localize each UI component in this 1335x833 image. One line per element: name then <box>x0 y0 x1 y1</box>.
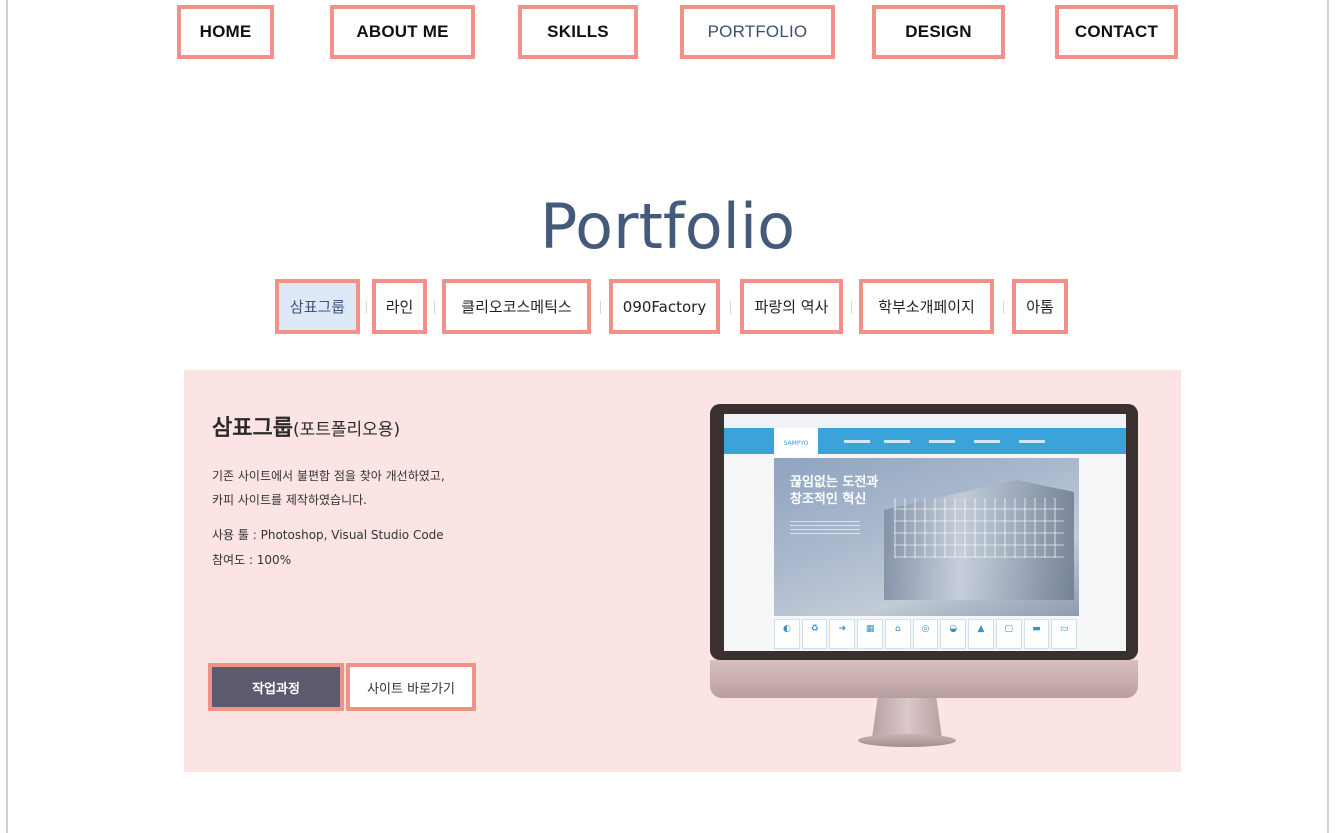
tab-sampyo[interactable]: 삼표그룹 <box>275 279 360 334</box>
tab-label: 학부소개페이지 <box>878 298 975 316</box>
preview-hero-heading: 끊임없는 도전과 창조적인 혁신 <box>790 474 878 508</box>
preview-logo: SAMPYO <box>774 428 818 458</box>
preview-menu-item <box>974 440 1000 443</box>
tab-separator <box>730 301 731 314</box>
monitor-stand <box>872 698 942 738</box>
nav-design[interactable]: DESIGN <box>872 5 1005 59</box>
preview-icon: ◐ <box>774 619 800 649</box>
nav-about-me[interactable]: ABOUT ME <box>330 5 475 59</box>
nav-contact-label: CONTACT <box>1074 22 1159 41</box>
preview-icon: ▦ <box>857 619 883 649</box>
tab-line[interactable]: 라인 <box>372 279 427 334</box>
preview-icon: ▭ <box>1051 619 1078 649</box>
preview-hero-image: 끊임없는 도전과 창조적인 혁신 <box>774 458 1079 616</box>
nav-contact[interactable]: CONTACT <box>1055 5 1178 59</box>
visit-site-button[interactable]: 사이트 바로가기 <box>346 663 476 711</box>
preview-icon: ▲ <box>968 619 994 649</box>
preview-icon: ◎ <box>912 619 939 649</box>
tab-blue-history[interactable]: 파랑의 역사 <box>740 279 843 334</box>
preview-icon: ⌂ <box>884 619 911 649</box>
tab-label: 아톰 <box>1026 298 1054 316</box>
tab-separator <box>434 301 435 314</box>
preview-menu-item <box>929 440 955 443</box>
nav-about-me-label: ABOUT ME <box>356 22 449 41</box>
nav-skills[interactable]: SKILLS <box>518 5 638 59</box>
preview-icon: ➜ <box>829 619 856 649</box>
work-process-button[interactable]: 작업과정 <box>208 663 344 711</box>
nav-home[interactable]: HOME <box>177 5 274 59</box>
nav-portfolio-label: PORTFOLIO <box>707 22 808 41</box>
monitor-base <box>858 734 956 747</box>
tab-label: 파랑의 역사 <box>754 298 829 316</box>
site-preview-screen: SAMPYO 끊임없는 도전과 창조적인 혁신 ◐ ♻ ➜ ▦ ⌂ ◎ ◒ ▲ … <box>724 414 1126 651</box>
preview-hero-line-1: 끊임없는 도전과 <box>790 475 879 490</box>
nav-skills-label: SKILLS <box>547 22 609 41</box>
preview-building-windows <box>894 498 1064 558</box>
tab-label: 라인 <box>385 298 414 316</box>
preview-hero-caption <box>790 518 860 534</box>
tab-department-intro[interactable]: 학부소개페이지 <box>859 279 994 334</box>
nav-portfolio[interactable]: PORTFOLIO <box>680 5 835 59</box>
preview-menu-item <box>884 440 910 443</box>
tab-090factory[interactable]: 090Factory <box>609 279 720 334</box>
project-participation: 참여도 : 100% <box>212 553 292 567</box>
tab-atom[interactable]: 아톰 <box>1012 279 1068 334</box>
project-description-line-2: 카피 사이트를 제작하였습니다. <box>212 493 367 507</box>
tab-label: 클리오코스메틱스 <box>461 298 572 316</box>
tab-separator <box>600 301 601 314</box>
page-title: Portfolio <box>539 190 796 263</box>
preview-top-bar <box>724 414 1126 428</box>
tab-separator <box>366 301 367 314</box>
tab-separator <box>851 301 852 314</box>
tab-label: 090Factory <box>622 297 707 316</box>
nav-design-label: DESIGN <box>905 22 972 41</box>
preview-menu-item <box>1019 440 1045 443</box>
preview-icon-row: ◐ ♻ ➜ ▦ ⌂ ◎ ◒ ▲ ▢ ▬ ▭ <box>774 619 1079 649</box>
tab-clio[interactable]: 클리오코스메틱스 <box>442 279 591 334</box>
preview-menu-item <box>844 440 870 443</box>
tab-separator <box>1003 301 1004 314</box>
project-tools: 사용 툴 : Photoshop, Visual Studio Code <box>212 528 444 542</box>
project-description-line-1: 기존 사이트에서 불편함 점을 찾아 개선하였고, <box>212 469 445 483</box>
tab-label: 삼표그룹 <box>289 298 346 316</box>
preview-icon: ▬ <box>1023 619 1050 649</box>
preview-icon: ◒ <box>940 619 967 649</box>
monitor-chin <box>710 660 1138 698</box>
preview-icon: ▢ <box>995 619 1022 649</box>
preview-icon: ♻ <box>801 619 828 649</box>
project-name: 삼표그룹 <box>212 416 293 441</box>
nav-home-label: HOME <box>199 22 252 41</box>
preview-hero-line-2: 창조적인 혁신 <box>790 492 867 507</box>
project-subtitle: (포트폴리오용) <box>292 420 401 440</box>
project-title: 삼표그룹(포트폴리오용) <box>212 410 400 442</box>
